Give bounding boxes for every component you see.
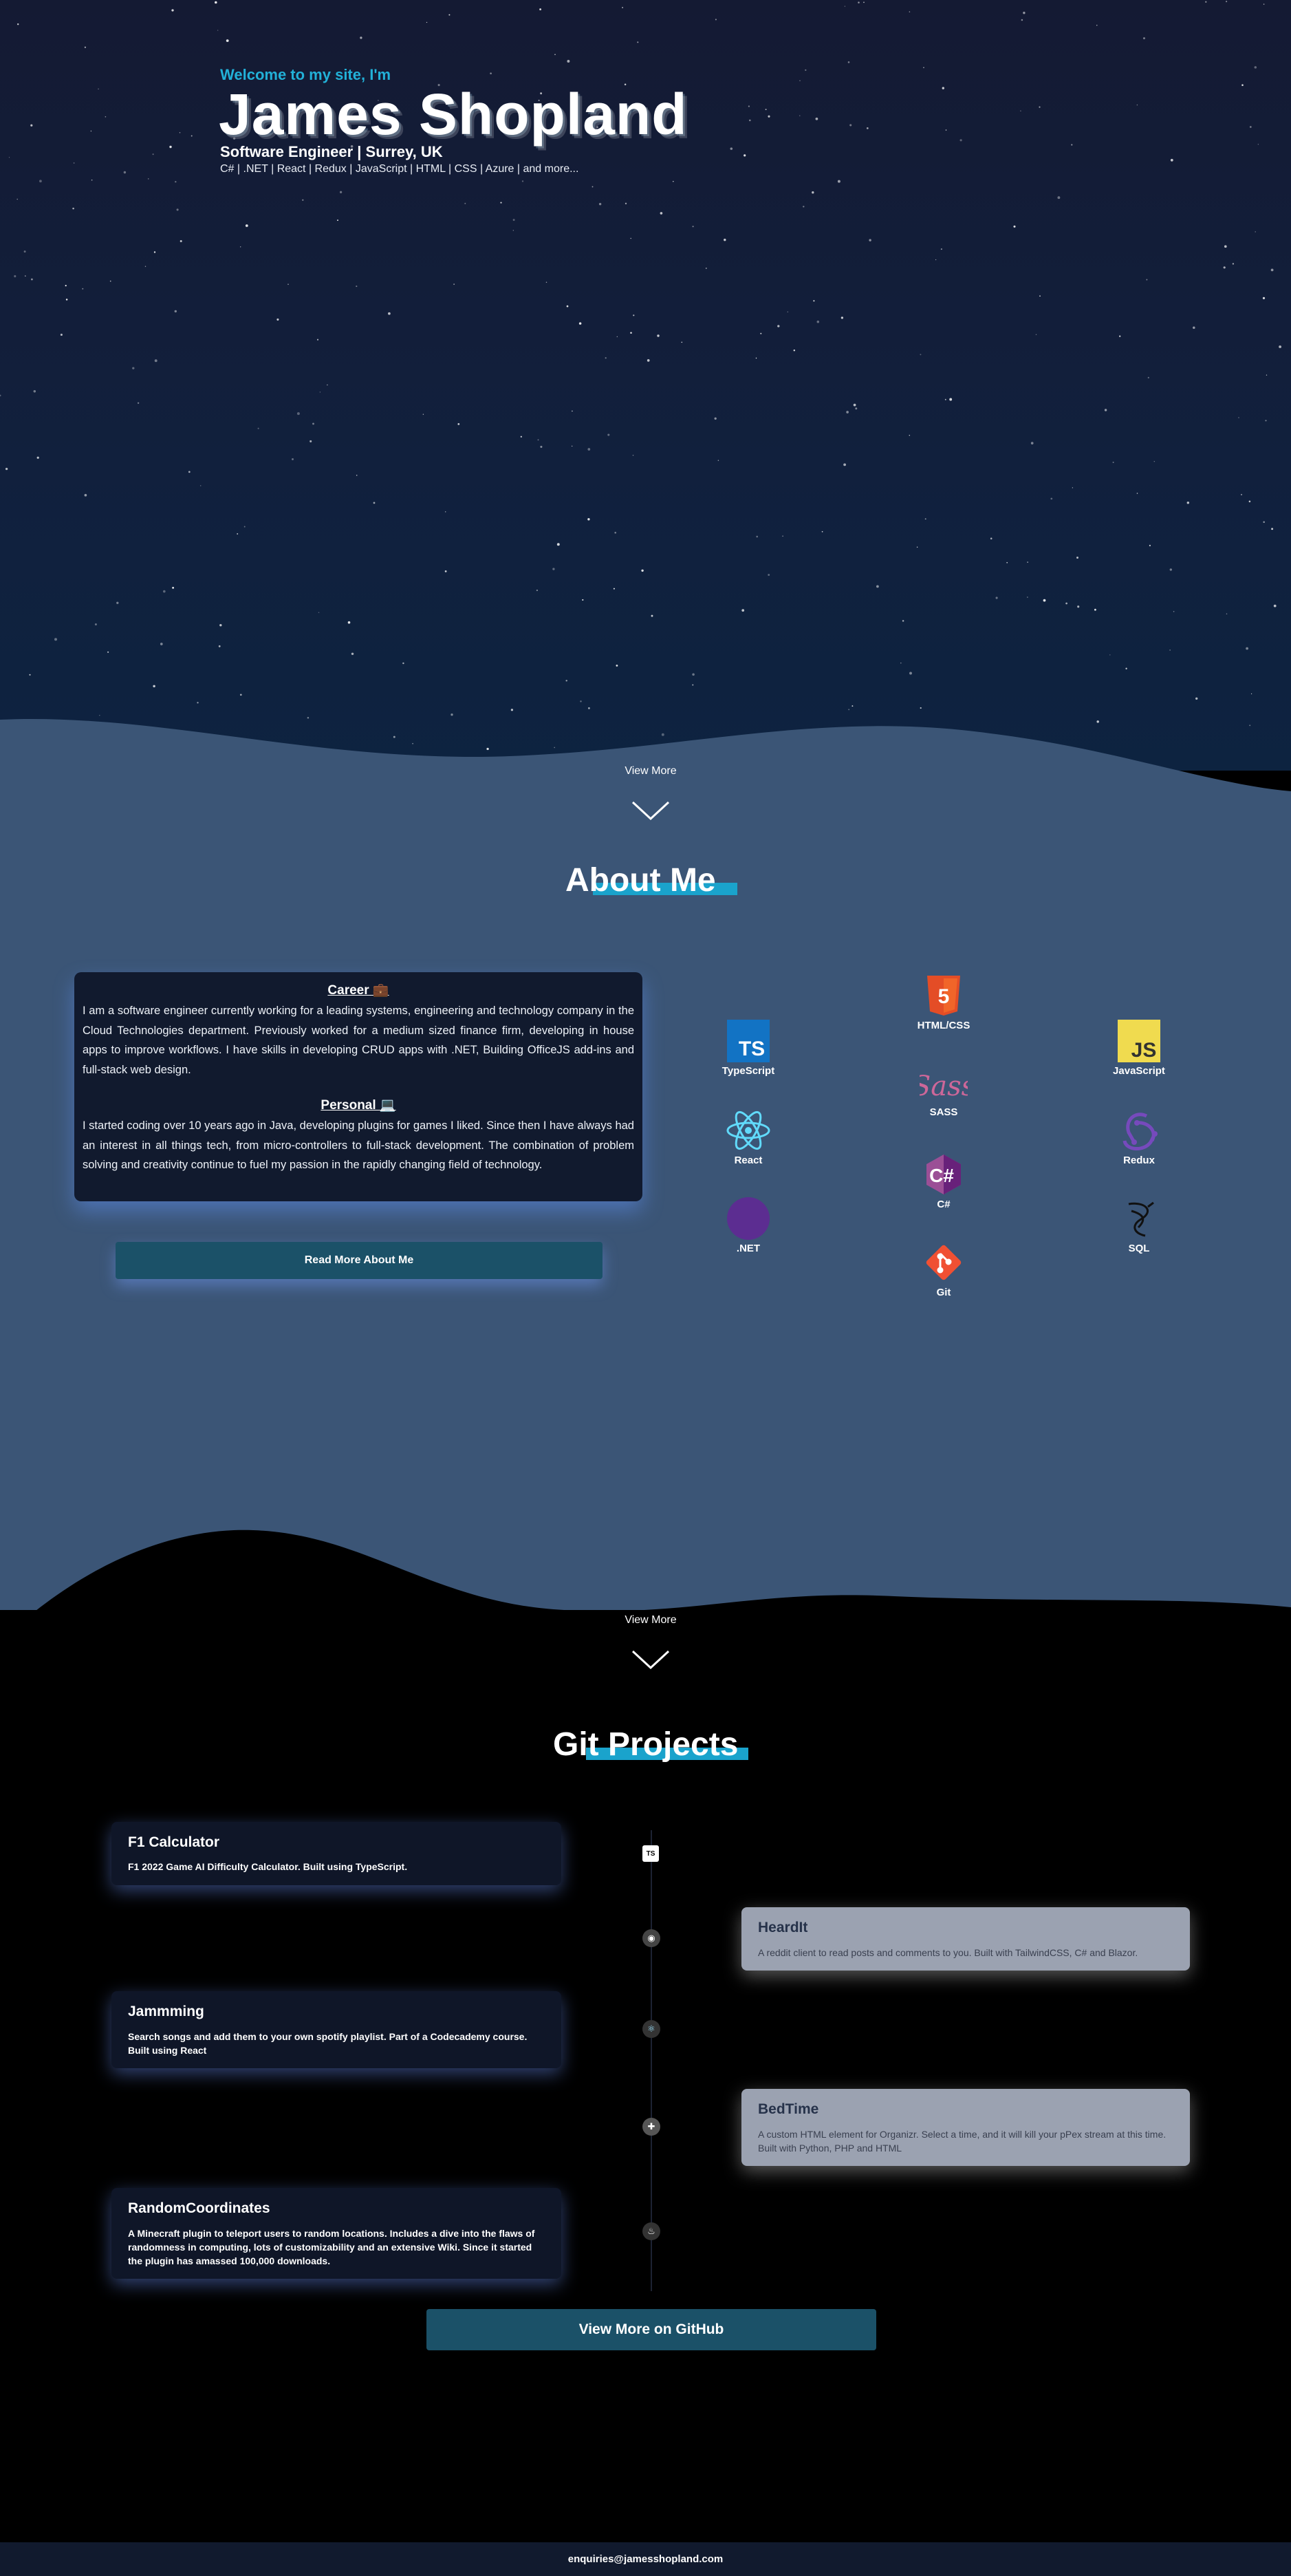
hero-name: James Shopland [219, 82, 688, 147]
tech-redux: Redux [1091, 1109, 1187, 1166]
java-icon: ♨ [642, 2222, 660, 2240]
read-more-button[interactable]: Read More About Me [116, 1242, 603, 1279]
chevron-down-icon[interactable] [630, 798, 671, 823]
tech-html: 5 HTML/CSS [896, 974, 992, 1031]
project-card-bedtime[interactable]: BedTime A custom HTML element for Organi… [741, 2089, 1190, 2166]
react-icon: ⚛ [642, 2020, 660, 2038]
project-card-randomcoordinates[interactable]: RandomCoordinates A Minecraft plugin to … [111, 2188, 561, 2279]
projects-title: Git Projects [553, 1726, 739, 1763]
react-icon [726, 1110, 770, 1150]
career-text: I am a software engineer currently worki… [83, 1005, 634, 1076]
javascript-icon: JS [1118, 1020, 1160, 1062]
csharp-icon: C# [926, 1155, 961, 1194]
svg-text:JS: JS [1131, 1039, 1157, 1062]
svg-text:Sass: Sass [920, 1071, 968, 1102]
git-icon [926, 1245, 962, 1280]
personal-heading: Personal 💻 [321, 1098, 396, 1113]
tech-react: React [700, 1109, 796, 1166]
svg-text:5: 5 [938, 985, 950, 1008]
project-card-heardit[interactable]: HeardIt A reddit client to read posts an… [741, 1907, 1190, 1971]
sql-icon [1128, 1201, 1154, 1237]
career-heading: Career 💼 [327, 983, 389, 998]
tech-git: Git [896, 1241, 992, 1298]
personal-text: I started coding over 10 years ago in Ja… [83, 1119, 634, 1171]
hero-role: Software Engineer | Surrey, UK [220, 143, 443, 160]
view-more-link-2[interactable]: View More [582, 1614, 719, 1627]
project-card-jammming[interactable]: Jammming Search songs and add them to yo… [111, 1991, 561, 2068]
tech-typescript: TS TypeScript [700, 1020, 796, 1077]
view-github-button[interactable]: View More on GitHub [426, 2309, 876, 2350]
about-card: Career 💼 I am a software engineer curren… [74, 972, 642, 1201]
tech-csharp: C# C# [896, 1153, 992, 1210]
sass-icon: Sass [920, 1071, 968, 1102]
footer-email-link[interactable]: enquiries@jamesshopland.com [568, 2553, 724, 2565]
dotnet-icon [727, 1197, 770, 1240]
tech-sass: Sass SASS [896, 1065, 992, 1118]
hero-skills: C# | .NET | React | Redux | JavaScript |… [220, 163, 579, 175]
svg-text:C#: C# [929, 1165, 954, 1186]
tech-sql: SQL [1091, 1197, 1187, 1254]
svg-text:TS: TS [739, 1038, 765, 1060]
redux-icon [1122, 1113, 1158, 1150]
chevron-down-icon[interactable] [630, 1647, 671, 1672]
project-card-f1-calculator[interactable]: F1 Calculator F1 2022 Game AI Difficulty… [111, 1822, 561, 1885]
tech-dotnet: .NET [700, 1197, 796, 1254]
typescript-icon: TS [642, 1845, 659, 1862]
blazor-icon: ◉ [642, 1929, 660, 1947]
typescript-icon: TS [727, 1020, 770, 1062]
about-title: About Me [565, 862, 716, 899]
python-icon: ✚ [642, 2118, 660, 2136]
tech-javascript: JS JavaScript [1091, 1020, 1187, 1077]
html5-icon: 5 [927, 976, 960, 1016]
footer: enquiries@jamesshopland.com [0, 2542, 1291, 2576]
view-more-link-1[interactable]: View More [582, 765, 719, 777]
